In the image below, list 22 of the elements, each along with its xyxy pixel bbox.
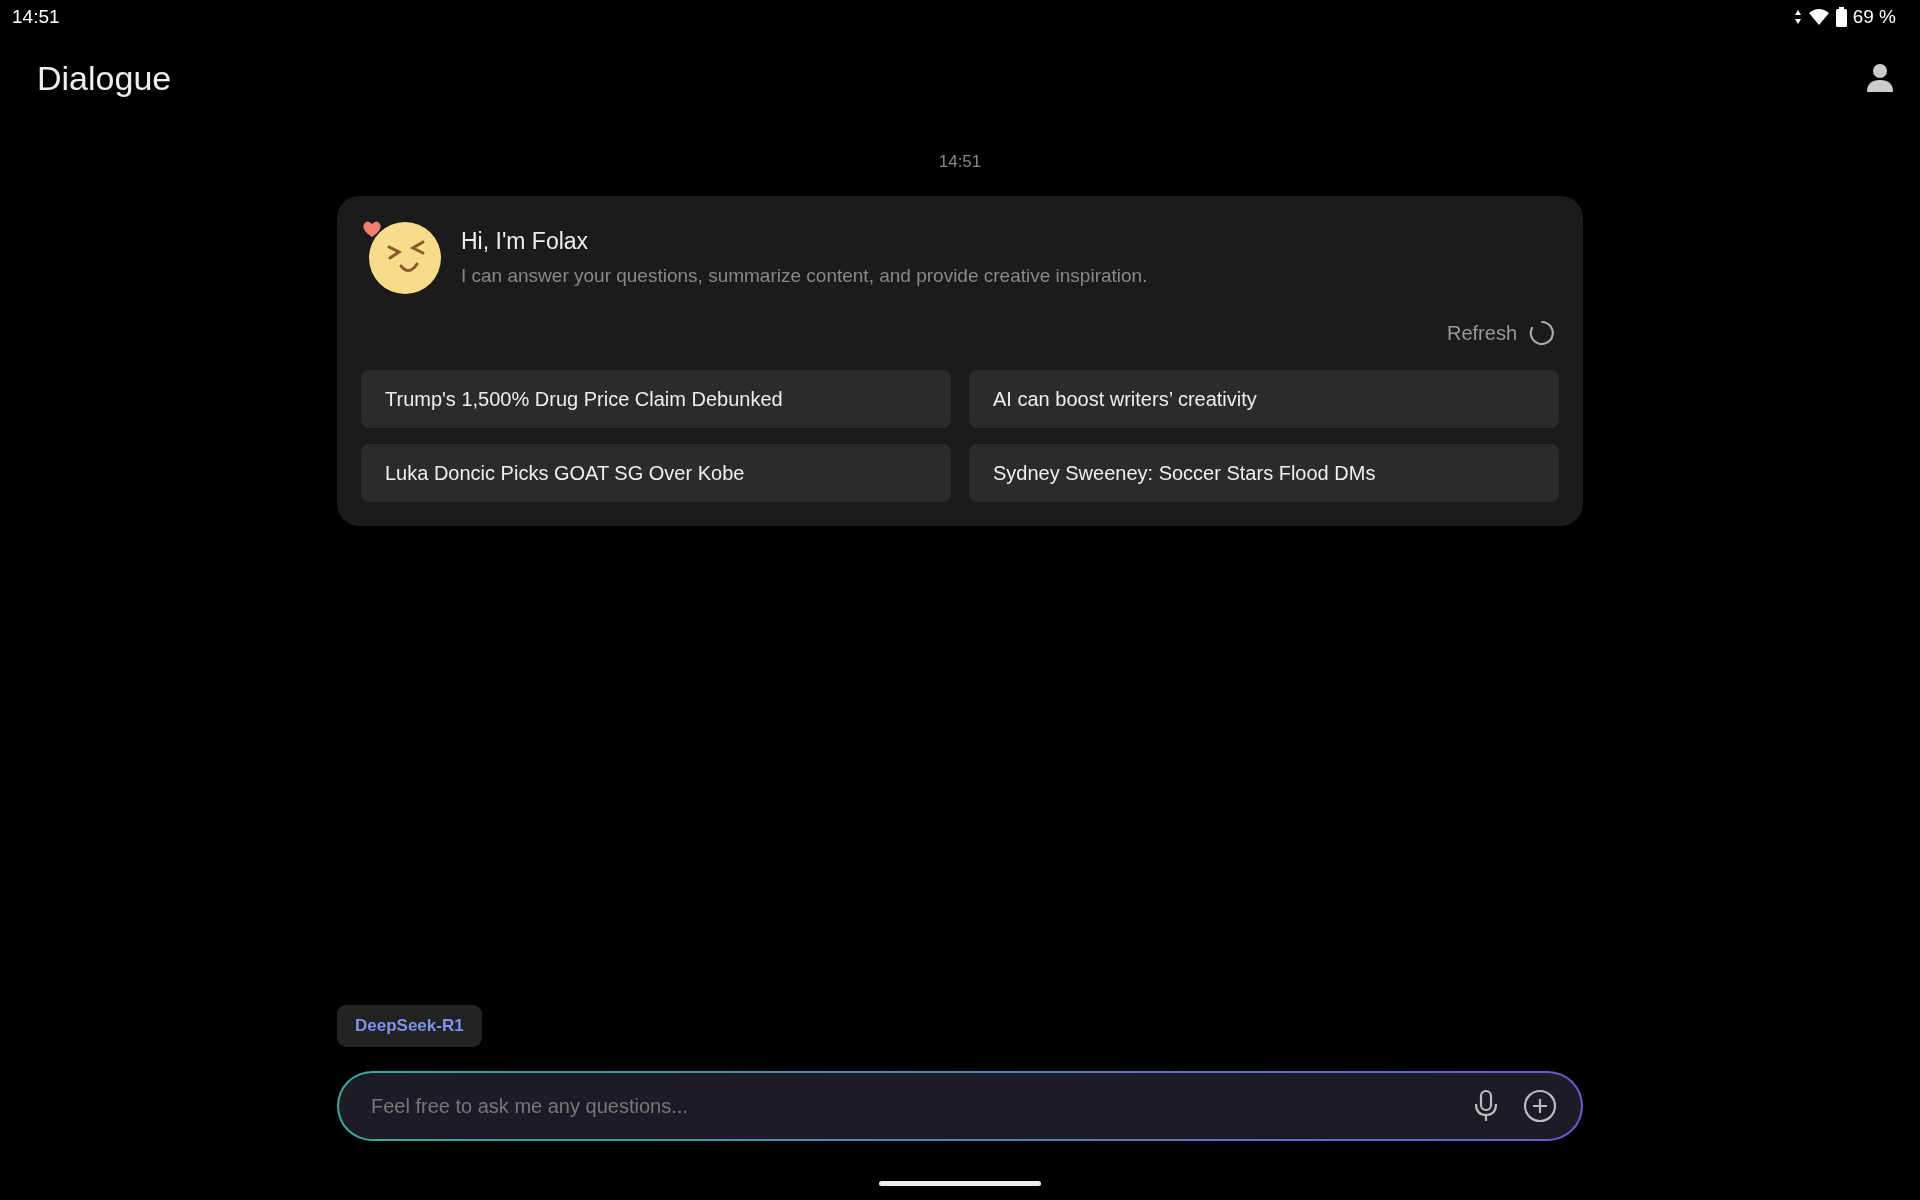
model-badge[interactable]: DeepSeek-R1 [337, 1005, 482, 1047]
add-icon[interactable] [1523, 1089, 1557, 1123]
profile-icon[interactable] [1866, 63, 1894, 93]
smiling-face-icon [361, 220, 443, 296]
welcome-subtitle: I can answer your questions, summarize content, and provide creative inspiration. [461, 265, 1148, 287]
suggestion-chip[interactable]: Luka Doncic Picks GOAT SG Over Kobe [361, 444, 951, 502]
battery-icon [1835, 7, 1847, 27]
status-time: 14:51 [12, 6, 60, 28]
message-timestamp: 14:51 [937, 152, 983, 172]
suggestion-chip[interactable]: AI can boost writers’ creativity [969, 370, 1559, 428]
message-field[interactable]: Feel free to ask me any questions... [337, 1071, 1583, 1141]
page-title: Dialogue [37, 58, 172, 98]
battery-percent: 69 % [1852, 6, 1896, 28]
suggestion-chip[interactable]: Trump's 1,500% Drug Price Claim Debunked [361, 370, 951, 428]
suggestion-chip[interactable]: Sydney Sweeney: Soccer Stars Flood DMs [969, 444, 1559, 502]
refresh-button[interactable]: Refresh [1442, 320, 1559, 346]
data-arrows-icon [1793, 9, 1802, 25]
welcome-title: Hi, I'm Folax [461, 228, 590, 255]
refresh-icon [1529, 320, 1555, 346]
message-input[interactable]: Feel free to ask me any questions... [369, 1093, 1449, 1119]
wifi-icon [1807, 8, 1830, 26]
microphone-icon[interactable] [1473, 1089, 1499, 1123]
